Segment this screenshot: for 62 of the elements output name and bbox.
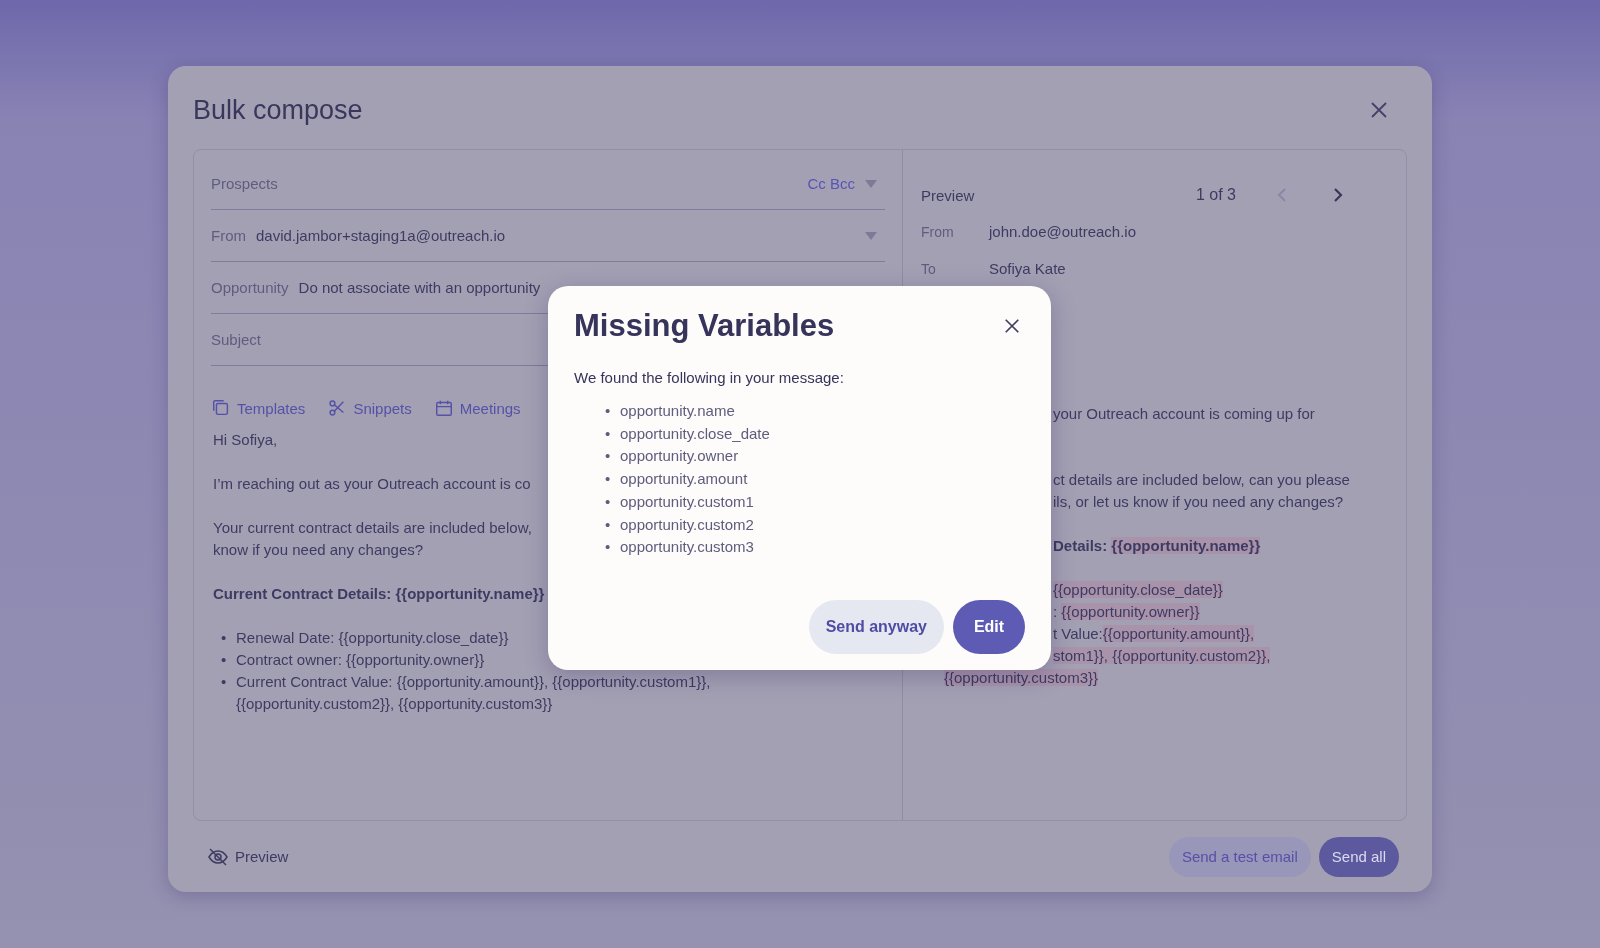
send-anyway-button[interactable]: Send anyway [808, 600, 944, 654]
variable-item: opportunity.custom2 [620, 514, 754, 535]
bullet: • [605, 537, 612, 558]
chevron-right-icon[interactable] [1332, 187, 1344, 203]
toolbar-item[interactable]: Snippets [327, 398, 412, 418]
preview-text: stom1}}, {{opportunity.custom2}}, [1053, 647, 1271, 664]
from-value: john.doe@outreach.io [989, 222, 1137, 242]
bullet-item: Renewal Date: {{opportunity.close_date}} [236, 628, 509, 648]
cc-bcc-link[interactable]: Cc Bcc [807, 175, 855, 192]
from-label: From [211, 227, 246, 244]
preview-text: {{opportunity.close_date}} [1053, 581, 1223, 598]
bullet-item: Current Contract Value: {{opportunity.amount}}, {{opportunity.custom1}}, {{opportunity.custom2}}, {{opportunity.custom3}} [236, 672, 711, 714]
preview-text: ct details are included below, can you please [1053, 471, 1350, 488]
preview-text: your Outreach account is coming up for [1053, 405, 1315, 422]
preview-text: : {{opportunity.owner}} [1053, 603, 1200, 620]
toolbar-item[interactable]: Templates [211, 398, 306, 418]
preview-toggle[interactable]: Preview [201, 844, 295, 869]
edit-button[interactable]: Edit [953, 600, 1025, 654]
dialog-message: We found the following in your message: [574, 369, 845, 386]
calendar-icon [433, 398, 454, 418]
from-value[interactable]: david.jambor+staging1a@outreach.io [256, 227, 506, 244]
to-value: Sofiya Kate [989, 259, 1067, 279]
send-test-button[interactable]: Send a test email [1168, 836, 1311, 877]
bullet: • [605, 401, 612, 421]
bullet: • [605, 491, 612, 512]
send-all-button[interactable]: Send all [1318, 836, 1399, 877]
variable-item: opportunity.name [620, 401, 735, 421]
pager-text: 1 of 3 [1195, 186, 1236, 204]
bullet: • [605, 423, 612, 444]
preview-text: t Value:{{opportunity.amount}}, [1053, 625, 1255, 642]
body-paragraph: Your current contract details are included below, know if you need any changes? [213, 518, 532, 560]
bullet: • [605, 514, 612, 535]
variable-item: opportunity.custom1 [620, 491, 754, 512]
opportunity-label: Opportunity [211, 279, 289, 296]
bullet: • [605, 469, 612, 490]
from-label: From [921, 223, 955, 242]
body-paragraph: I’m reaching out as your Outreach account is co [213, 474, 531, 494]
subject-field[interactable]: Subject [211, 331, 262, 348]
variable-item: opportunity.custom3 [620, 537, 754, 558]
copy-icon [211, 398, 231, 418]
bullet: • [221, 628, 228, 648]
body-paragraph: Hi Sofiya, [213, 430, 278, 450]
close-icon[interactable] [1003, 317, 1021, 335]
bullet: • [221, 672, 228, 692]
variable-item: opportunity.owner [620, 446, 739, 467]
dialog-title: Bulk compose [193, 94, 363, 126]
bullet: • [221, 650, 228, 670]
toolbar-item[interactable]: Meetings [433, 398, 521, 418]
dialog-title: Missing Variables [574, 308, 835, 344]
to-label: To [921, 260, 937, 279]
preview-label: Preview [921, 186, 975, 204]
preview-text: ils, or let us know if you need any changes? [1053, 493, 1344, 510]
opportunity-value[interactable]: Do not associate with an opportunity [298, 279, 541, 296]
bullet: • [605, 446, 612, 467]
prospects-field[interactable]: Prospects [211, 175, 278, 192]
preview-text: {{opportunity.custom3}} [944, 669, 1098, 686]
preview-text: Details: {{opportunity.name}} [1053, 537, 1261, 554]
variable-item: opportunity.amount [620, 469, 748, 490]
eye-off-icon [207, 845, 229, 868]
variable-item: opportunity.close_date [620, 423, 770, 444]
body-heading: Current Contract Details: {{opportunity.name}} [213, 584, 545, 604]
bullet-item: Contract owner: {{opportunity.owner}} [236, 650, 485, 670]
